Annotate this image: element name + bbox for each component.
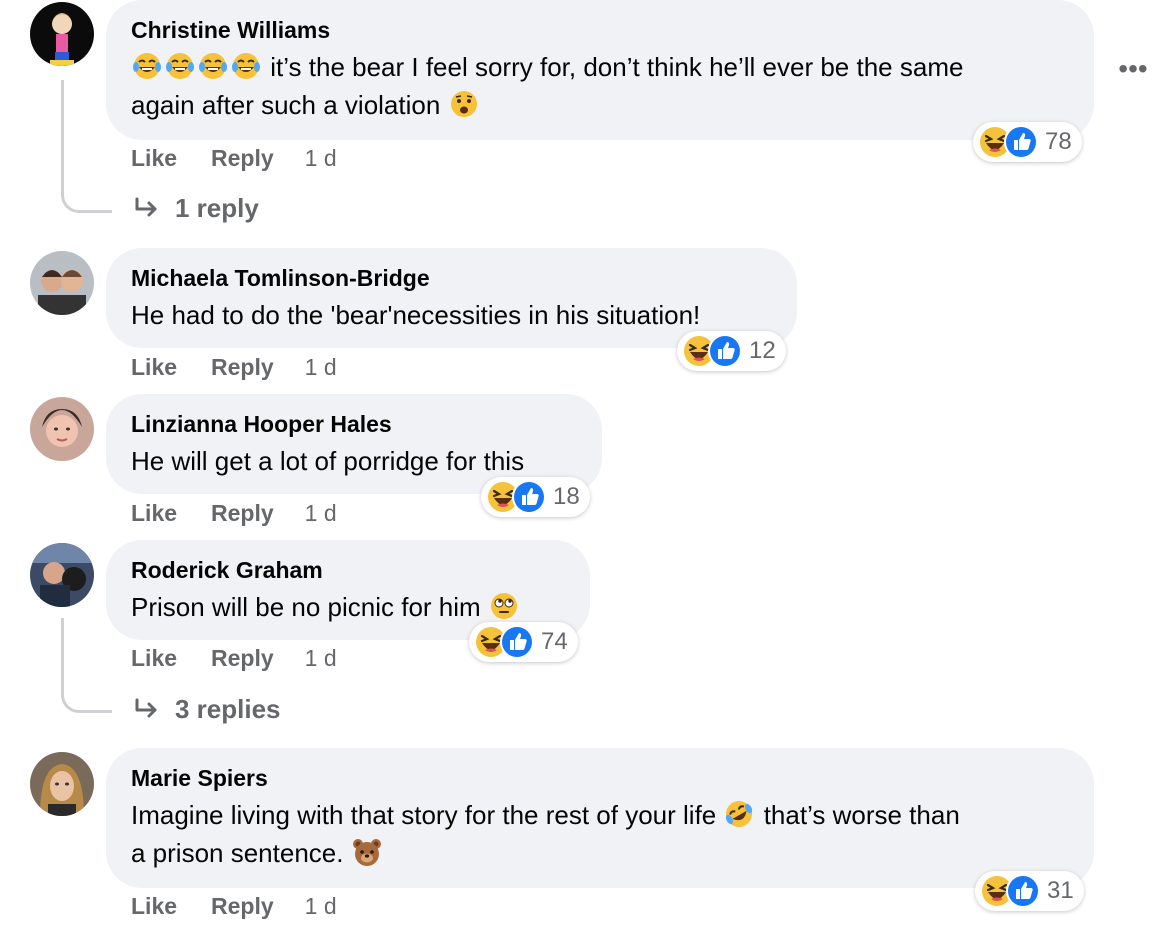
- face-tears-of-joy-icon: [131, 50, 163, 82]
- timestamp[interactable]: 1 d: [305, 645, 337, 672]
- comment-author[interactable]: Roderick Graham: [131, 556, 564, 584]
- reply-button[interactable]: Reply: [211, 500, 274, 527]
- comment-text: He had to do the 'bear'necessities in hi…: [131, 300, 701, 330]
- comment-text-line: Prison will be no picnic for him: [131, 592, 488, 622]
- timestamp[interactable]: 1 d: [305, 893, 337, 920]
- like-button[interactable]: Like: [131, 354, 177, 381]
- like-button[interactable]: Like: [131, 145, 177, 172]
- reaction-count: 78: [1045, 128, 1072, 155]
- reply-button[interactable]: Reply: [211, 893, 274, 920]
- comment-bubble: Christine Williams it’s the bear I feel …: [106, 0, 1094, 140]
- view-replies-link[interactable]: 3 replies: [133, 694, 281, 725]
- avatar[interactable]: [30, 752, 94, 816]
- reaction-summary[interactable]: 78: [973, 122, 1082, 162]
- comment-bubble: Marie Spiers Imagine living with that st…: [106, 748, 1094, 888]
- comment-actions: Like Reply 1 d: [131, 354, 337, 381]
- face-rolling-eyes-icon: [488, 590, 520, 622]
- comment-text-line: that’s worse than: [756, 800, 960, 830]
- reaction-summary[interactable]: 74: [469, 622, 578, 662]
- face-tears-of-joy-icon: [164, 50, 196, 82]
- timestamp[interactable]: 1 d: [305, 145, 337, 172]
- comment-actions: Like Reply 1 d: [131, 500, 337, 527]
- more-options-icon[interactable]: •••: [1115, 55, 1151, 83]
- comment-text: it’s the bear I feel sorry for, don’t th…: [131, 48, 1068, 124]
- reaction-count: 31: [1047, 877, 1074, 904]
- timestamp[interactable]: 1 d: [305, 500, 337, 527]
- comment-text: He will get a lot of porridge for this: [131, 446, 525, 476]
- thread-line: [61, 618, 112, 713]
- reply-button[interactable]: Reply: [211, 145, 274, 172]
- like-reaction-icon: [707, 333, 743, 369]
- comment-text: Prison will be no picnic for him: [131, 588, 564, 626]
- like-button[interactable]: Like: [131, 500, 177, 527]
- comment-author[interactable]: Marie Spiers: [131, 764, 1068, 792]
- reaction-summary[interactable]: 18: [481, 477, 590, 517]
- reply-button[interactable]: Reply: [211, 645, 274, 672]
- reply-arrow-icon: [133, 195, 161, 223]
- comment-actions: Like Reply 1 d: [131, 645, 337, 672]
- face-tears-of-joy-icon: [230, 50, 262, 82]
- avatar[interactable]: [30, 543, 94, 607]
- reaction-summary[interactable]: 12: [677, 331, 786, 371]
- reply-arrow-icon: [133, 696, 161, 724]
- comment-text: Imagine living with that story for the r…: [131, 796, 1068, 872]
- comment-author[interactable]: Christine Williams: [131, 16, 1068, 44]
- bear-face-icon: [351, 836, 383, 868]
- comment-text-line: it’s the bear I feel sorry for, don’t th…: [263, 52, 964, 82]
- comment-text-line: a prison sentence.: [131, 838, 351, 868]
- like-reaction-icon: [511, 479, 547, 515]
- avatar[interactable]: [30, 397, 94, 461]
- reaction-count: 18: [553, 483, 580, 510]
- like-reaction-icon: [1005, 873, 1041, 909]
- comment-text-line: Imagine living with that story for the r…: [131, 800, 724, 830]
- like-button[interactable]: Like: [131, 645, 177, 672]
- replies-label: 3 replies: [175, 694, 281, 724]
- like-reaction-icon: [1003, 124, 1039, 160]
- comment-text-line: again after such a violation: [131, 90, 448, 120]
- avatar[interactable]: [30, 251, 94, 315]
- thread-line: [61, 80, 112, 213]
- replies-label: 1 reply: [175, 193, 259, 223]
- face-tears-of-joy-icon: [197, 50, 229, 82]
- comment-author[interactable]: Linzianna Hooper Hales: [131, 410, 576, 438]
- avatar[interactable]: [30, 2, 94, 66]
- like-button[interactable]: Like: [131, 893, 177, 920]
- like-reaction-icon: [499, 624, 535, 660]
- reaction-count: 74: [541, 628, 568, 655]
- reaction-summary[interactable]: 31: [975, 871, 1084, 911]
- comment-author[interactable]: Michaela Tomlinson-Bridge: [131, 264, 771, 292]
- reaction-count: 12: [749, 337, 776, 364]
- view-replies-link[interactable]: 1 reply: [133, 193, 259, 224]
- timestamp[interactable]: 1 d: [305, 354, 337, 381]
- anguished-face-icon: [448, 88, 480, 120]
- comment-actions: Like Reply 1 d: [131, 145, 337, 172]
- reply-button[interactable]: Reply: [211, 354, 274, 381]
- rolling-on-floor-laughing-icon: [723, 798, 755, 830]
- comment-actions: Like Reply 1 d: [131, 893, 337, 920]
